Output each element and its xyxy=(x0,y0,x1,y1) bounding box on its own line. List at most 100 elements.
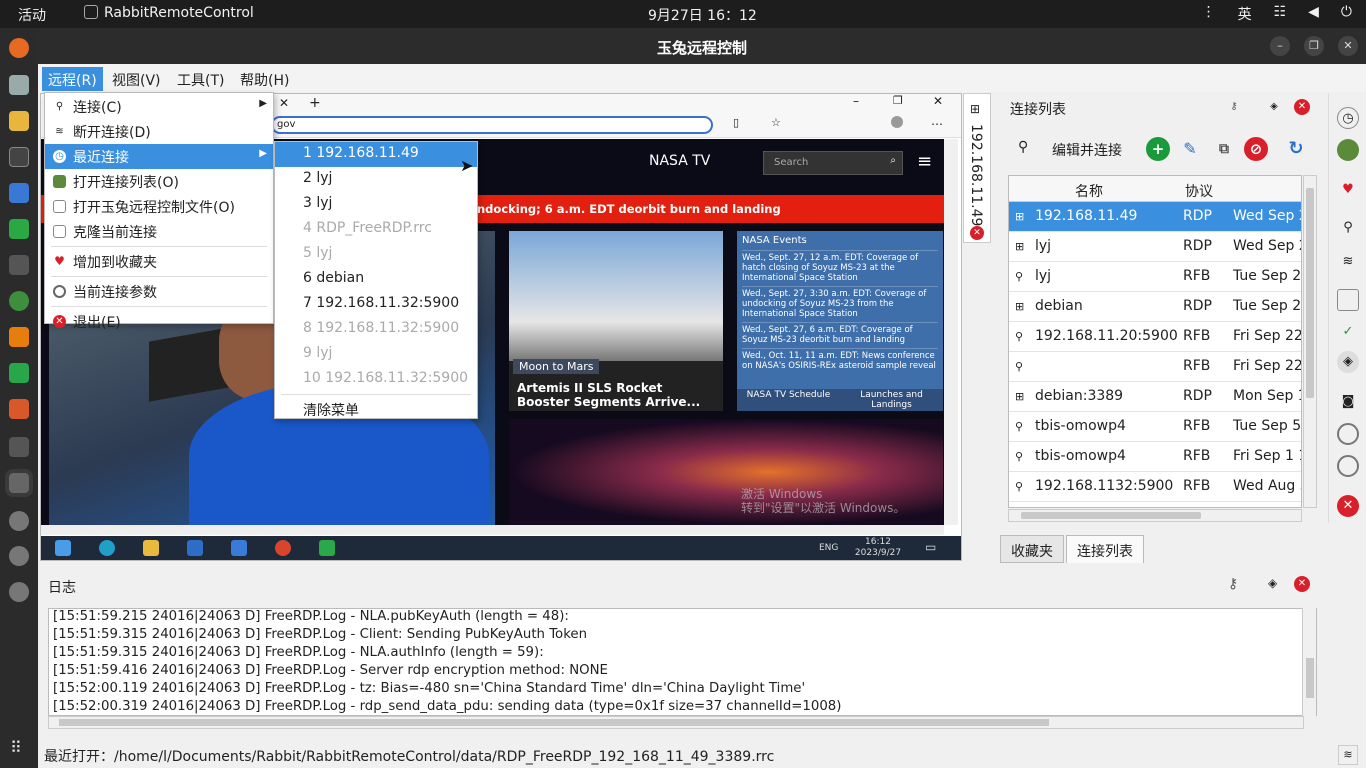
menu-view[interactable]: 视图(V) xyxy=(106,67,167,91)
log-close-icon[interactable]: ✕ xyxy=(1294,576,1310,592)
event-item[interactable]: Wed., Sept. 27, 6 a.m. EDT: Coverage of … xyxy=(742,322,938,348)
app-menu[interactable]: RabbitRemoteControl xyxy=(84,5,254,21)
nasa-tv-schedule-link[interactable]: NASA TV Schedule xyxy=(737,389,840,411)
scroll-thumb[interactable] xyxy=(1021,512,1201,519)
copy-icon[interactable]: ⧉ xyxy=(1212,137,1236,161)
disk-icon-2[interactable] xyxy=(9,546,29,566)
network-status-icon[interactable]: ≋ xyxy=(1338,745,1358,765)
log-settings-icon[interactable]: ⚷ xyxy=(1228,576,1238,592)
settings-icon[interactable] xyxy=(1337,423,1359,445)
network-icon[interactable]: ☷ xyxy=(1274,4,1287,24)
remote-icon-2[interactable] xyxy=(9,437,29,457)
more-icon[interactable]: ⋮ xyxy=(1202,4,1216,24)
nasa-tv-link[interactable]: NASA TV xyxy=(649,153,710,169)
taskbar-clock[interactable]: 16:12 2023/9/27 xyxy=(853,537,903,559)
column-name[interactable]: 名称 xyxy=(1075,181,1103,201)
mail-icon[interactable] xyxy=(231,540,247,556)
tab-connection-list[interactable]: 连接列表 xyxy=(1066,535,1144,563)
remote-page-scrollbar[interactable] xyxy=(944,139,958,525)
disk-icon-3[interactable] xyxy=(9,582,29,602)
exit-icon[interactable]: ✕ xyxy=(1337,495,1359,517)
table-row[interactable]: ⚲ tbis-omowp4 RFB Tue Sep 5 xyxy=(1009,412,1301,442)
clock-icon[interactable]: ◷ xyxy=(1337,107,1359,129)
files-icon[interactable] xyxy=(9,75,29,95)
app-icon-orange[interactable] xyxy=(9,399,29,419)
log-horizontal-scrollbar[interactable] xyxy=(48,716,1304,729)
tool-icon[interactable] xyxy=(9,291,29,311)
scroll-thumb[interactable] xyxy=(1306,188,1314,398)
fullscreen-icon[interactable] xyxy=(1337,289,1359,311)
tab-favorites[interactable]: 收藏夹 xyxy=(1000,535,1064,563)
maximize-button[interactable]: ❐ xyxy=(1304,36,1324,56)
table-row[interactable]: ⊞ debian RDP Tue Sep 26 xyxy=(1009,292,1301,322)
table-row[interactable]: ⊞ lyj RDP Wed Sep 2 xyxy=(1009,232,1301,262)
chrome-icon[interactable] xyxy=(275,540,291,556)
hamburger-icon[interactable]: ≡ xyxy=(917,151,932,172)
menu-params[interactable]: 当前连接参数 xyxy=(45,279,273,304)
menu-add-favorite[interactable]: ♥ 增加到收藏夹 xyxy=(45,249,273,274)
edit-connect-button[interactable]: 编辑并连接 xyxy=(1052,140,1122,160)
document-icon[interactable] xyxy=(9,183,29,203)
remote-app-icon[interactable] xyxy=(319,540,335,556)
remote-close-icon[interactable]: ✕ xyxy=(933,94,943,108)
plug-icon[interactable]: ⚲ xyxy=(1337,217,1359,239)
remote-url-bar[interactable]: gov xyxy=(271,116,713,134)
event-item[interactable]: Wed., Sept. 27, 3:30 a.m. EDT: Coverage … xyxy=(742,286,938,322)
recent-item[interactable]: 3 lyj xyxy=(275,192,477,217)
recent-item[interactable]: 6 debian xyxy=(275,267,477,292)
remote-minimize-icon[interactable]: – xyxy=(853,94,859,108)
browser-menu-icon[interactable]: … xyxy=(931,114,943,128)
wifi-icon[interactable]: ≋ xyxy=(1337,251,1359,273)
new-tab-icon[interactable]: + xyxy=(309,95,321,111)
recent-item[interactable]: 7 192.168.11.32:5900 xyxy=(275,292,477,317)
edge-icon[interactable] xyxy=(99,540,115,556)
sidebar-icon[interactable]: ▯ xyxy=(733,116,739,129)
remote-horizontal-scrollbar[interactable] xyxy=(41,525,944,535)
terminal-icon[interactable] xyxy=(9,147,29,167)
activities-button[interactable]: 活动 xyxy=(18,5,46,25)
gimp-icon[interactable] xyxy=(9,255,29,275)
input-method[interactable]: 英 xyxy=(1238,4,1252,24)
table-vertical-scrollbar[interactable] xyxy=(1303,175,1317,508)
menu-clone[interactable]: 克隆当前连接 xyxy=(45,219,273,244)
recent-item[interactable]: 2 lyj xyxy=(275,167,477,192)
list-icon[interactable] xyxy=(1337,139,1359,161)
start-icon[interactable] xyxy=(55,540,71,556)
table-row[interactable]: ⊞ 192.168.11.49 RDP Wed Sep 2 xyxy=(1009,202,1301,232)
panel-settings-icon[interactable]: ⚷ xyxy=(1226,99,1242,115)
menu-tools[interactable]: 工具(T) xyxy=(171,67,230,91)
menu-help[interactable]: 帮助(H) xyxy=(234,67,295,91)
minimize-button[interactable]: – xyxy=(1270,36,1290,56)
refresh-icon[interactable]: ↻ xyxy=(1284,137,1308,161)
menu-connect[interactable]: ⚲ 连接(C) ▶ xyxy=(45,94,273,119)
close-button[interactable]: ✕ xyxy=(1338,36,1358,56)
panel-float-icon[interactable]: ◈ xyxy=(1266,99,1282,115)
check-icon[interactable]: ✓ xyxy=(1337,321,1359,343)
close-tab-icon[interactable]: ✕ xyxy=(970,226,984,240)
log-float-icon[interactable]: ◈ xyxy=(1268,576,1277,590)
panel-close-icon[interactable]: ✕ xyxy=(1294,99,1310,115)
connect-plug-icon[interactable]: ⚲ xyxy=(1018,139,1028,155)
table-row[interactable]: ⚲ lyj RFB Tue Sep 26 xyxy=(1009,262,1301,292)
scroll-thumb[interactable] xyxy=(59,719,1049,726)
remote-control-icon[interactable] xyxy=(9,363,29,383)
menu-open-file[interactable]: 打开玉兔远程控制文件(O) xyxy=(45,194,273,219)
menu-disconnect[interactable]: ≋ 断开连接(D) xyxy=(45,119,273,144)
table-horizontal-scrollbar[interactable] xyxy=(1008,509,1302,522)
menu-open-list[interactable]: 打开连接列表(O) xyxy=(45,169,273,194)
notification-icon[interactable]: ▭ xyxy=(925,540,936,554)
volume-icon[interactable]: ◀ xyxy=(1308,4,1319,24)
favorites-icon[interactable]: ☆ xyxy=(771,116,781,129)
table-row[interactable]: ⚲ 192.168.1132:5900 RFB Wed Aug 3 xyxy=(1009,472,1301,502)
edit-icon[interactable]: ✎ xyxy=(1178,137,1202,161)
firefox-icon[interactable] xyxy=(9,38,29,58)
menu-remote[interactable]: 远程(R) xyxy=(42,67,103,91)
log-text-area[interactable]: [15:51:59.215 24016|24063 D] FreeRDP.Log… xyxy=(48,608,1317,716)
remote-restore-icon[interactable]: ❐ xyxy=(893,94,903,107)
notes-icon[interactable] xyxy=(9,111,29,131)
camera-icon[interactable]: ◙ xyxy=(1337,391,1359,413)
menu-recent[interactable]: ◷ 最近连接 ▶ xyxy=(45,144,273,169)
clock[interactable]: 9月27日 16：12 xyxy=(648,5,757,25)
blender-icon[interactable] xyxy=(9,327,29,347)
connection-tab[interactable]: ⊞ 192.168.11.49 ✕ xyxy=(963,93,991,243)
